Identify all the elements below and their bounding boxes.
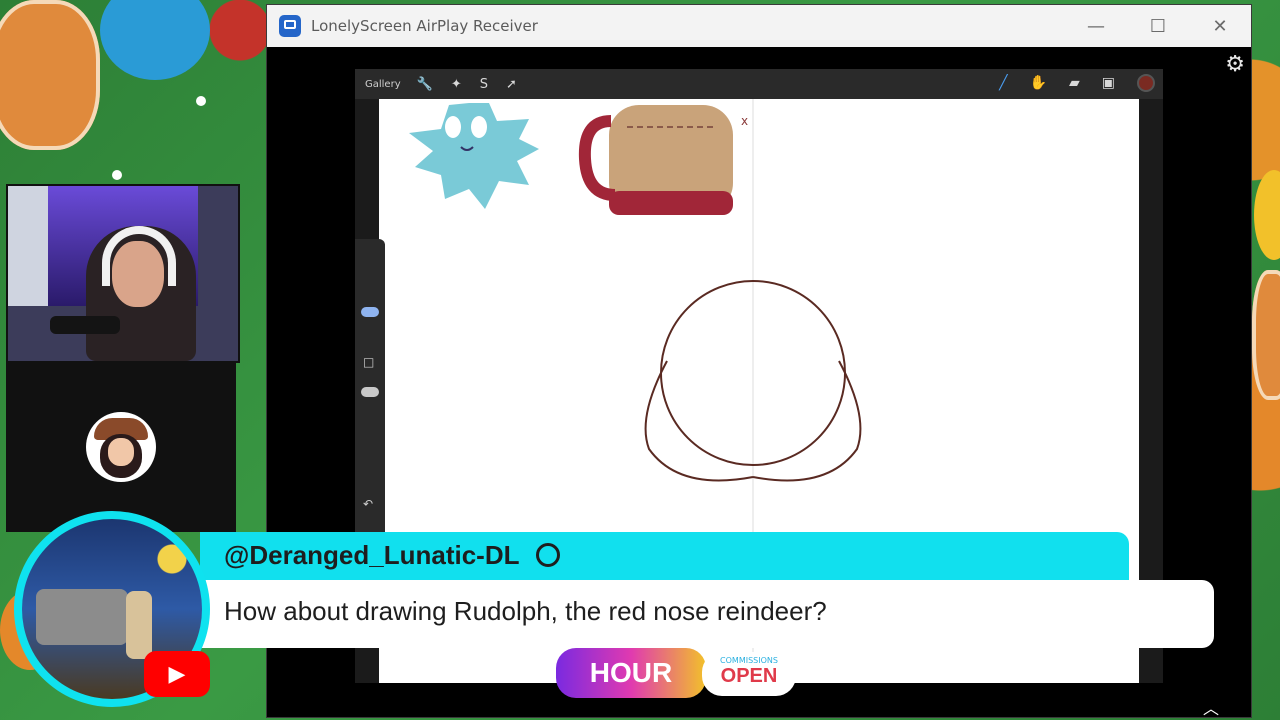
mug-drawing: x — [578, 105, 748, 215]
minimize-button[interactable]: — — [1065, 5, 1127, 47]
lonelyscreen-icon — [279, 15, 301, 37]
eraser-icon[interactable]: ▰ — [1069, 75, 1080, 91]
procreate-toolbar: Gallery 🔧 ✦ S ➚ ╱ ✋ ▰ ▣ — [355, 69, 1163, 99]
snow-dot — [112, 170, 122, 180]
selection-icon[interactable]: S — [480, 77, 488, 92]
maximize-button[interactable]: ☐ — [1127, 5, 1189, 47]
van-art — [36, 589, 128, 645]
opacity-slider[interactable] — [361, 387, 379, 397]
transform-icon[interactable]: ➚ — [506, 77, 517, 92]
titlebar: LonelyScreen AirPlay Receiver — ☐ ✕ — [267, 5, 1251, 47]
chat-username: @Deranged_Lunatic-DL — [224, 540, 561, 571]
color-swatch[interactable] — [1137, 74, 1155, 92]
microphone — [50, 316, 120, 334]
brush-size-slider[interactable] — [361, 307, 379, 317]
procreate-sidebar: □ ↶ — [355, 239, 385, 539]
window-title: LonelyScreen AirPlay Receiver — [311, 17, 538, 35]
gingerbread-decoration — [0, 0, 100, 150]
snow-dot — [196, 96, 206, 106]
room-window — [8, 186, 48, 306]
ornament-decoration — [100, 0, 210, 80]
commissions-text: COMMISSIONS — [720, 656, 778, 665]
verified-icon — [536, 543, 561, 567]
layers-icon[interactable]: ▣ — [1102, 75, 1115, 91]
hour-text: HOUR — [556, 648, 706, 698]
svg-text:x: x — [741, 114, 748, 128]
wrench-icon[interactable]: 🔧 — [417, 77, 433, 92]
open-text: OPEN — [720, 665, 778, 687]
brush-icon[interactable]: ╱ — [999, 75, 1007, 91]
open-badge: COMMISSIONS OPEN — [702, 652, 796, 696]
smudge-icon[interactable]: ✋ — [1030, 75, 1047, 91]
chevron-up-icon[interactable]: ︿ — [1203, 695, 1219, 719]
streamer-avatar — [86, 412, 156, 482]
man-art — [126, 591, 152, 659]
snowflake-drawing — [409, 103, 539, 209]
youtube-icon: ▶ — [144, 651, 210, 697]
ornament-decoration — [1254, 170, 1280, 260]
avatar-face — [108, 438, 134, 466]
gear-icon[interactable]: ⚙ — [1225, 52, 1245, 77]
chat-username-bar: @Deranged_Lunatic-DL — [200, 532, 1129, 580]
close-button[interactable]: ✕ — [1189, 5, 1251, 47]
commissions-banner: HOUR COMMISSIONS OPEN — [556, 648, 796, 704]
chat-message-bar: How about drawing Rudolph, the red nose … — [200, 580, 1214, 648]
webcam-feed — [6, 184, 240, 363]
right-toolset: ╱ ✋ ▰ ▣ — [999, 74, 1155, 92]
gingerbread-decoration — [1252, 270, 1280, 400]
modify-square-icon[interactable]: □ — [363, 355, 374, 369]
gallery-button[interactable]: Gallery — [365, 79, 401, 90]
undo-icon[interactable]: ↶ — [363, 497, 373, 511]
magic-wand-icon[interactable]: ✦ — [451, 77, 462, 92]
chat-message: How about drawing Rudolph, the red nose … — [224, 596, 827, 626]
